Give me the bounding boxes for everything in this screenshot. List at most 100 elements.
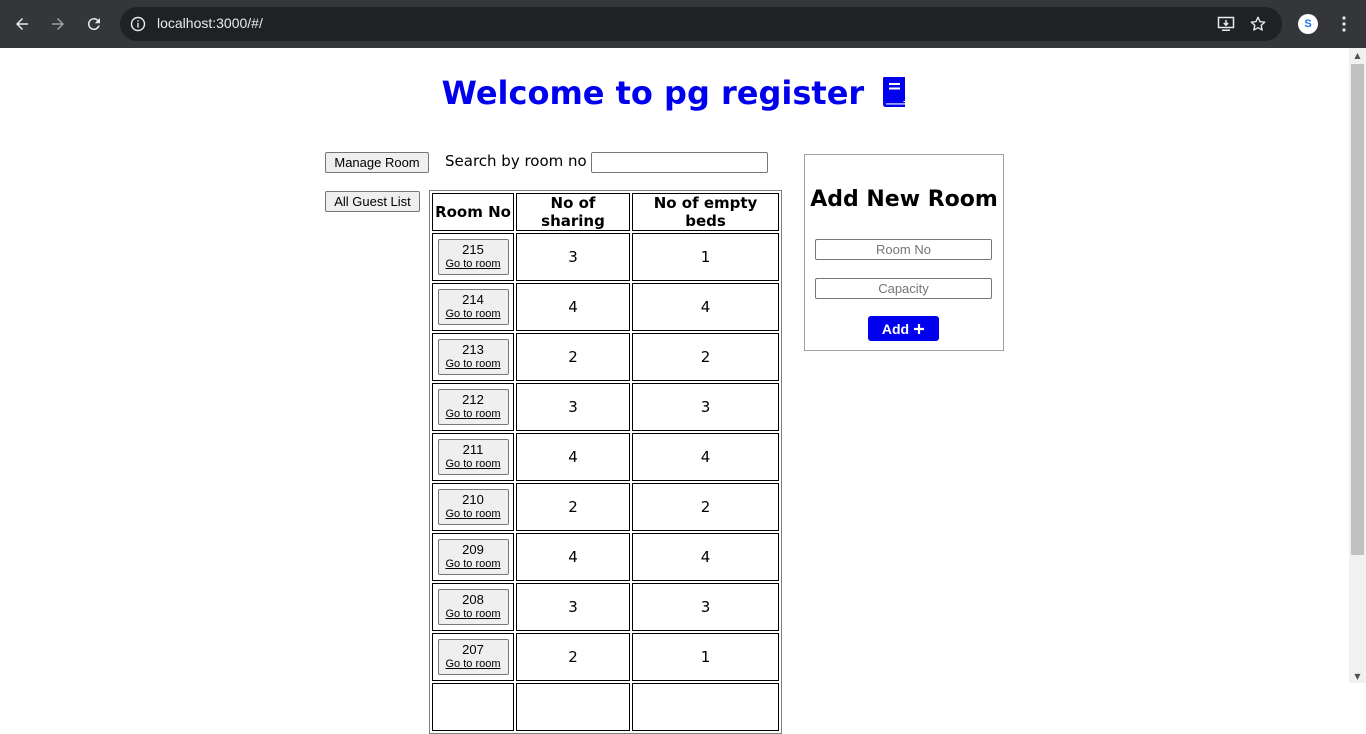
room-number: 211 (462, 442, 484, 457)
back-arrow-icon (16, 18, 28, 30)
profile-avatar-icon[interactable]: S (1298, 14, 1318, 34)
room-button[interactable]: 210 Go to room (437, 489, 509, 525)
add-button-label: Add (881, 320, 910, 337)
go-to-room-link[interactable]: Go to room (439, 357, 508, 371)
empty-beds-cell: 4 (632, 533, 779, 581)
sharing-cell: 3 (516, 233, 630, 281)
bookmark-star-icon[interactable] (1248, 14, 1268, 34)
room-button[interactable]: 211 Go to room (437, 439, 509, 475)
room-number: 209 (462, 542, 484, 557)
sharing-cell: 4 (516, 283, 630, 331)
scroll-up-arrow-icon[interactable]: ▲ (1349, 48, 1366, 62)
scroll-thumb[interactable] (1351, 64, 1364, 555)
empty-beds-cell: 2 (632, 483, 779, 531)
more-menu-icon[interactable] (1334, 14, 1354, 34)
room-no-cell: 213 Go to room (432, 333, 514, 381)
page-title-text: Welcome to pg register (441, 74, 865, 112)
sharing-cell: 2 (516, 333, 630, 381)
table-row: 210 Go to room 2 2 (432, 483, 779, 531)
browser-toolbar: localhost:3000/#/ S (0, 0, 1366, 48)
header-room-no: Room No (432, 193, 514, 231)
go-to-room-link[interactable]: Go to room (439, 657, 508, 671)
table-row: 212 Go to room 3 3 (432, 383, 779, 431)
sharing-cell: 4 (516, 433, 630, 481)
search-input[interactable] (591, 152, 768, 173)
empty-beds-cell: 4 (632, 433, 779, 481)
go-to-room-link[interactable]: Go to room (439, 457, 508, 471)
room-number: 215 (462, 242, 484, 257)
room-number: 212 (462, 392, 484, 407)
header-no-of-empty-beds: No of empty beds (632, 193, 779, 231)
site-info-icon[interactable] (128, 14, 148, 34)
room-no-cell: 210 Go to room (432, 483, 514, 531)
room-button[interactable]: 212 Go to room (437, 389, 509, 425)
room-button[interactable]: 214 Go to room (437, 289, 509, 325)
reload-button[interactable] (80, 10, 108, 38)
book-icon (883, 77, 906, 107)
room-button[interactable]: 213 Go to room (437, 339, 509, 375)
room-button[interactable]: 207 Go to room (437, 639, 509, 675)
room-no-cell: 215 Go to room (432, 233, 514, 281)
page-title: Welcome to pg register (0, 72, 1349, 114)
room-no-cell (432, 683, 514, 731)
empty-beds-cell: 4 (632, 283, 779, 331)
go-to-room-link[interactable]: Go to room (439, 557, 508, 571)
empty-beds-cell: 2 (632, 333, 779, 381)
room-no-cell: 209 Go to room (432, 533, 514, 581)
room-no-cell: 207 Go to room (432, 633, 514, 681)
back-button[interactable] (8, 10, 36, 38)
room-no-input[interactable] (815, 239, 992, 260)
room-number: 207 (462, 642, 484, 657)
sharing-cell: 3 (516, 383, 630, 431)
table-row: 215 Go to room 3 1 (432, 233, 779, 281)
sharing-cell: 4 (516, 533, 630, 581)
table-row: 211 Go to room 4 4 (432, 433, 779, 481)
table-row: 207 Go to room 2 1 (432, 633, 779, 681)
go-to-room-link[interactable]: Go to room (439, 307, 508, 321)
add-room-card: Add New Room Add (804, 154, 1004, 351)
room-button[interactable]: 209 Go to room (437, 539, 509, 575)
table-row (432, 683, 779, 731)
url-text[interactable]: localhost:3000/#/ (157, 15, 263, 31)
add-room-title: Add New Room (810, 187, 998, 212)
manage-room-button[interactable]: Manage Room (325, 152, 429, 173)
capacity-input[interactable] (815, 278, 992, 299)
sharing-cell: 3 (516, 583, 630, 631)
room-no-cell: 214 Go to room (432, 283, 514, 331)
sharing-cell: 2 (516, 483, 630, 531)
reload-icon (87, 18, 100, 31)
table-row: 214 Go to room 4 4 (432, 283, 779, 331)
address-bar[interactable]: localhost:3000/#/ (120, 7, 1282, 41)
room-number: 213 (462, 342, 484, 357)
table-header-row: Room No No of sharing No of empty beds (432, 193, 779, 231)
install-app-icon[interactable] (1216, 14, 1236, 34)
forward-arrow-icon (52, 18, 64, 30)
scroll-down-arrow-icon[interactable]: ▼ (1349, 669, 1366, 683)
go-to-room-link[interactable]: Go to room (439, 507, 508, 521)
table-row: 213 Go to room 2 2 (432, 333, 779, 381)
empty-beds-cell (632, 683, 779, 731)
go-to-room-link[interactable]: Go to room (439, 257, 508, 271)
room-no-cell: 211 Go to room (432, 433, 514, 481)
header-no-of-sharing: No of sharing (516, 193, 630, 231)
rooms-table: Room No No of sharing No of empty beds 2… (429, 190, 782, 734)
forward-button[interactable] (44, 10, 72, 38)
empty-beds-cell: 1 (632, 633, 779, 681)
table-row: 209 Go to room 4 4 (432, 533, 779, 581)
room-no-cell: 212 Go to room (432, 383, 514, 431)
room-number: 214 (462, 292, 484, 307)
empty-beds-cell: 3 (632, 383, 779, 431)
page-scrollbar[interactable]: ▲ ▼ (1349, 48, 1366, 683)
go-to-room-link[interactable]: Go to room (439, 607, 508, 621)
plus-icon (914, 323, 925, 334)
go-to-room-link[interactable]: Go to room (439, 407, 508, 421)
all-guest-list-button[interactable]: All Guest List (325, 191, 420, 212)
table-row: 208 Go to room 3 3 (432, 583, 779, 631)
room-button[interactable]: 215 Go to room (437, 239, 509, 275)
add-room-button[interactable]: Add (868, 316, 939, 341)
room-button[interactable]: 208 Go to room (437, 589, 509, 625)
sharing-cell (516, 683, 630, 731)
empty-beds-cell: 3 (632, 583, 779, 631)
search-label: Search by room no : (445, 152, 597, 170)
room-no-cell: 208 Go to room (432, 583, 514, 631)
